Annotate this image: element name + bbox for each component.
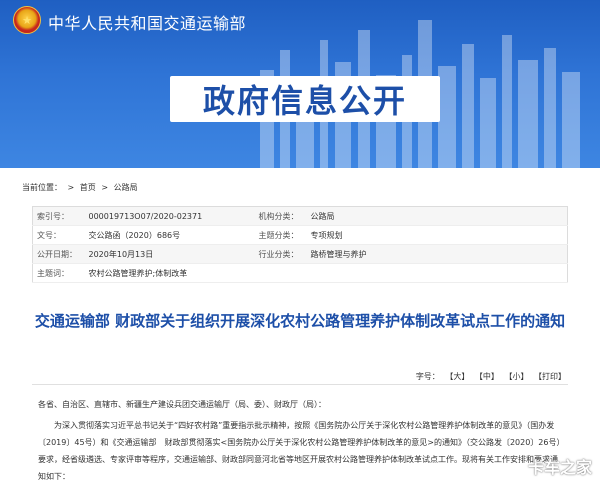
header-banner: ★ 中华人民共和国交通运输部 政府信息公开 bbox=[0, 0, 600, 168]
breadcrumb-highway-bureau-link[interactable]: 公路局 bbox=[114, 183, 138, 192]
meta-value: 公路局 bbox=[306, 206, 568, 226]
banner-title: 政府信息公开 bbox=[170, 76, 440, 122]
table-row: 文号： 交公路函（2020）686号 主题分类： 专项规划 bbox=[32, 225, 568, 245]
breadcrumb: 当前位置： > 首页 > 公路局 bbox=[22, 182, 138, 193]
watermark-logo: 卡车之家 bbox=[527, 458, 592, 477]
meta-key: 索引号： bbox=[32, 206, 85, 226]
meta-key: 公开日期： bbox=[32, 244, 85, 264]
meta-value: 专项规划 bbox=[306, 225, 568, 245]
meta-key: 机构分类： bbox=[254, 206, 307, 226]
meta-key: 主题词： bbox=[32, 263, 85, 283]
body-paragraph: 为深入贯彻落实习近平总书记关于“四好农村路”重要指示批示精神，按照《国务院办公厅… bbox=[38, 421, 561, 481]
meta-value: 农村公路管理养护;体制改革 bbox=[84, 263, 568, 283]
document-metadata-table: 索引号： 000019713O07/2020-02371 机构分类： 公路局 文… bbox=[32, 206, 568, 283]
document-title: 交通运输部 财政部关于组织开展深化农村公路管理养护体制改革试点工作的通知 bbox=[34, 312, 566, 330]
font-size-controls: 字号： 【大】 【中】 【小】 【打印】 bbox=[416, 371, 566, 382]
meta-value: 000019713O07/2020-02371 bbox=[84, 206, 255, 226]
national-emblem-icon: ★ bbox=[13, 6, 41, 34]
document-body: 各省、自治区、直辖市、新疆生产建设兵团交通运输厅（局、委）、财政厅（局）： 为深… bbox=[38, 396, 564, 484]
divider bbox=[32, 384, 568, 385]
meta-value: 2020年10月13日 bbox=[84, 244, 255, 264]
table-row: 主题词： 农村公路管理养护;体制改革 bbox=[32, 263, 568, 283]
font-size-label: 字号： bbox=[415, 372, 440, 381]
breadcrumb-label: 当前位置： bbox=[22, 183, 62, 192]
breadcrumb-home-link[interactable]: 首页 bbox=[80, 183, 96, 192]
main-content: 当前位置： > 首页 > 公路局 索引号： 000019713O07/2020-… bbox=[12, 168, 588, 484]
meta-value: 交公路函（2020）686号 bbox=[84, 225, 255, 245]
meta-value: 路桥管理与养护 bbox=[306, 244, 568, 264]
print-button[interactable]: 【打印】 bbox=[534, 372, 566, 381]
meta-key: 文号： bbox=[32, 225, 85, 245]
breadcrumb-separator: > bbox=[67, 183, 75, 192]
meta-key: 行业分类： bbox=[254, 244, 307, 264]
meta-key: 主题分类： bbox=[254, 225, 307, 245]
table-row: 公开日期： 2020年10月13日 行业分类： 路桥管理与养护 bbox=[32, 244, 568, 264]
font-large-button[interactable]: 【大】 bbox=[445, 372, 469, 381]
ministry-name[interactable]: 中华人民共和国交通运输部 bbox=[48, 10, 246, 34]
font-small-button[interactable]: 【小】 bbox=[504, 372, 528, 381]
breadcrumb-separator: > bbox=[101, 183, 109, 192]
font-medium-button[interactable]: 【中】 bbox=[475, 372, 499, 381]
addressee-text: 各省、自治区、直辖市、新疆生产建设兵团交通运输厅（局、委）、财政厅（局）： bbox=[38, 400, 326, 409]
table-row: 索引号： 000019713O07/2020-02371 机构分类： 公路局 bbox=[32, 206, 568, 226]
